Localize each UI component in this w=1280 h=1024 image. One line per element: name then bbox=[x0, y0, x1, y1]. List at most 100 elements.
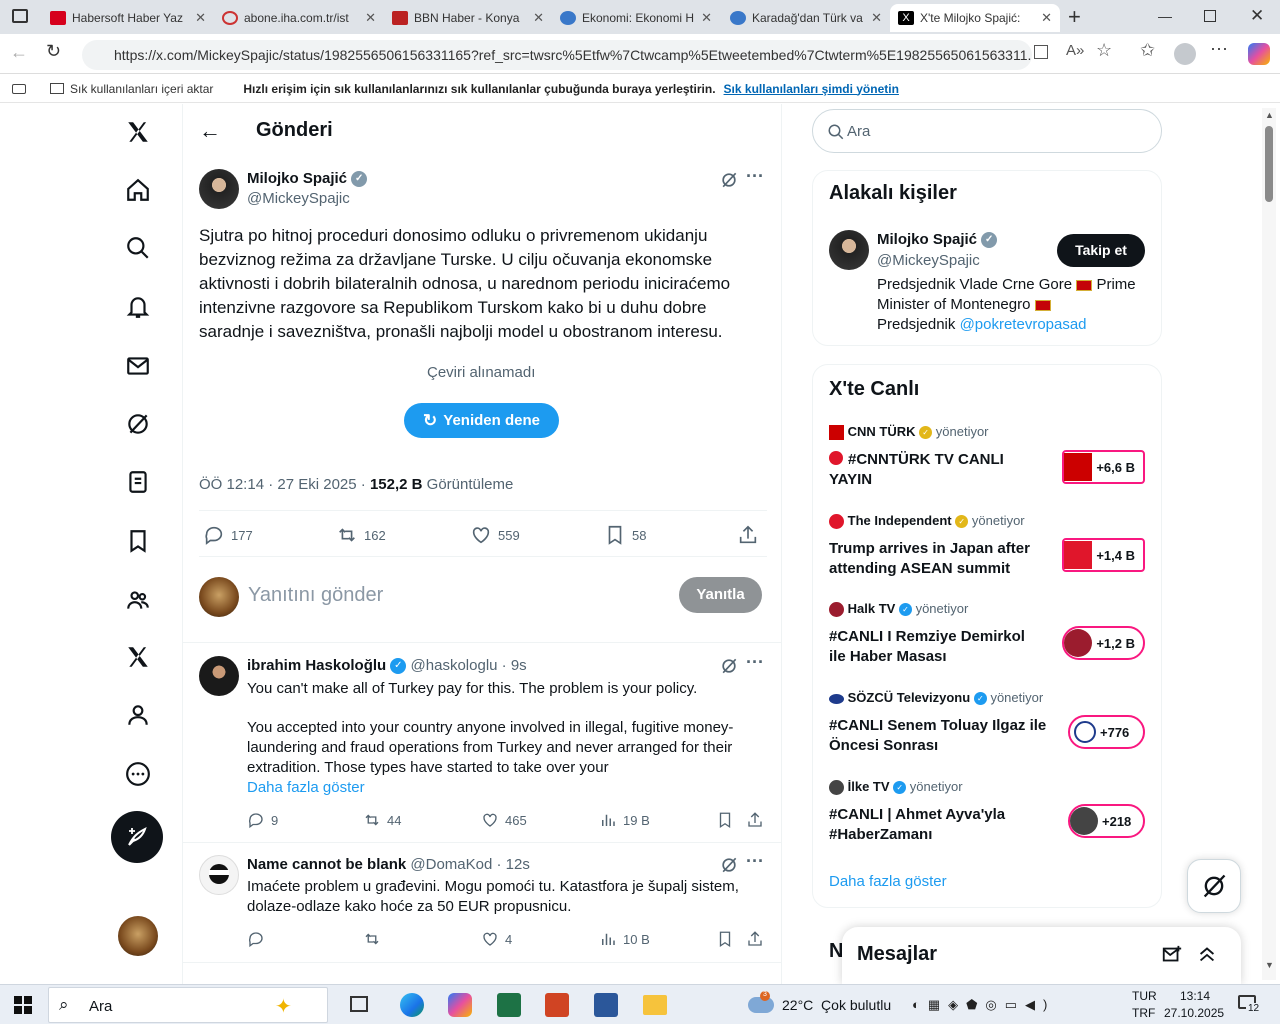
edge-icon[interactable] bbox=[400, 993, 424, 1017]
menu-icon[interactable]: ··· bbox=[1210, 38, 1228, 59]
repost-button[interactable]: 44 bbox=[363, 811, 401, 829]
close-icon[interactable]: ✕ bbox=[871, 10, 882, 26]
close-icon[interactable]: ✕ bbox=[365, 10, 376, 26]
reply-author-name[interactable]: ibrahim Haskoloğlu bbox=[247, 657, 386, 674]
maximize-button[interactable] bbox=[1204, 10, 1216, 22]
tray-icons[interactable]: ◐▦◈⬟◎▭◀) bbox=[912, 997, 1055, 1013]
live-item-halktv[interactable]: Halk TV ✓ yönetiyor #CANLI I Remziye Dem… bbox=[829, 601, 1149, 671]
reply-button[interactable]: 9 bbox=[247, 811, 278, 829]
reply-button[interactable]: 177 bbox=[203, 524, 253, 546]
more-options-icon[interactable]: ··· bbox=[746, 166, 764, 187]
account-avatar[interactable] bbox=[118, 916, 158, 956]
related-name[interactable]: Milojko Spajić bbox=[877, 231, 977, 248]
x-logo-icon[interactable] bbox=[118, 112, 158, 152]
share-button[interactable] bbox=[746, 930, 764, 948]
file-explorer-icon[interactable] bbox=[643, 995, 667, 1015]
like-button[interactable]: 465 bbox=[481, 811, 527, 829]
expand-up-icon[interactable] bbox=[1196, 943, 1218, 965]
copilot-app-icon[interactable] bbox=[448, 993, 472, 1017]
tab-habersoft[interactable]: Habersoft Haber Yaz ✕ bbox=[42, 4, 214, 32]
url-input[interactable]: https://x.com/MickeySpajic/status/198255… bbox=[82, 40, 1032, 70]
grok-floating-button[interactable] bbox=[1187, 859, 1241, 913]
new-message-icon[interactable] bbox=[1161, 944, 1183, 966]
favbar-toggle-icon[interactable] bbox=[12, 83, 26, 94]
tab-x-active[interactable]: X X'te Milojko Spajić: ✕ bbox=[890, 4, 1060, 32]
live-item-independent[interactable]: The Independent ✓ yönetiyor Trump arrive… bbox=[829, 513, 1149, 583]
communities-icon[interactable] bbox=[118, 580, 158, 620]
profile-avatar[interactable] bbox=[1174, 43, 1196, 65]
show-more-link[interactable]: Daha fazla göster bbox=[247, 779, 365, 796]
scrollbar[interactable]: ▲ ▼ bbox=[1262, 108, 1276, 980]
author-name[interactable]: Milojko Spajić bbox=[247, 170, 347, 187]
clock-time[interactable]: 13:14 bbox=[1180, 989, 1210, 1003]
bookmark-button[interactable] bbox=[716, 811, 734, 829]
new-tab-button[interactable]: + bbox=[1068, 4, 1081, 30]
share-button[interactable] bbox=[737, 524, 759, 546]
notifications-icon[interactable] bbox=[118, 287, 158, 327]
reply-handle[interactable]: @haskologlu bbox=[411, 657, 498, 674]
retry-button[interactable]: ↻ Yeniden dene bbox=[404, 403, 559, 438]
show-more-link[interactable]: Daha fazla göster bbox=[829, 873, 947, 890]
minimize-button[interactable]: — bbox=[1158, 8, 1172, 24]
like-button[interactable]: 559 bbox=[470, 524, 520, 546]
split-screen-icon[interactable] bbox=[1034, 45, 1048, 59]
tab-bbn[interactable]: BBN Haber - Konya ✕ bbox=[384, 4, 552, 32]
related-avatar[interactable] bbox=[829, 230, 869, 270]
reply-time[interactable]: · 12s bbox=[497, 856, 530, 873]
keyboard-layout[interactable]: TRF bbox=[1132, 1006, 1155, 1020]
scroll-down-arrow[interactable]: ▼ bbox=[1265, 960, 1274, 970]
reply-input[interactable]: Yanıtını gönder bbox=[248, 584, 648, 607]
messages-icon[interactable] bbox=[118, 346, 158, 386]
close-icon[interactable]: ✕ bbox=[533, 10, 544, 26]
live-item-ilketv[interactable]: İlke TV ✓ yönetiyor #CANLI | Ahmet Ayva'… bbox=[829, 779, 1149, 849]
scroll-up-arrow[interactable]: ▲ bbox=[1265, 110, 1274, 120]
messages-drawer[interactable]: Mesajlar bbox=[842, 927, 1241, 984]
powerpoint-icon[interactable] bbox=[545, 993, 569, 1017]
live-item-cnnturk[interactable]: CNN TÜRK ✓ yönetiyor #CNNTÜRK TV CANLI Y… bbox=[829, 424, 1149, 494]
bookmark-button[interactable]: 58 bbox=[604, 524, 646, 546]
close-icon[interactable]: ✕ bbox=[1041, 10, 1052, 26]
input-language[interactable]: TUR bbox=[1132, 989, 1157, 1003]
bio-mention-link[interactable]: @pokretevropasad bbox=[960, 316, 1087, 333]
close-icon[interactable]: ✕ bbox=[195, 10, 206, 26]
more-icon[interactable] bbox=[118, 754, 158, 794]
bookmark-button[interactable] bbox=[716, 930, 734, 948]
reply-time[interactable]: · 9s bbox=[502, 657, 527, 674]
related-handle[interactable]: @MickeySpajic bbox=[877, 252, 980, 269]
back-icon[interactable]: ← bbox=[10, 42, 28, 63]
reply-button[interactable] bbox=[247, 930, 265, 948]
grok-icon[interactable] bbox=[719, 656, 739, 681]
reply-button[interactable]: Yanıtla bbox=[679, 577, 762, 613]
more-options-icon[interactable]: ··· bbox=[746, 851, 764, 872]
author-handle[interactable]: @MickeySpajic bbox=[247, 190, 350, 207]
views-button[interactable]: 19 B bbox=[599, 811, 650, 829]
like-button[interactable]: 4 bbox=[481, 930, 512, 948]
bookmarks-icon[interactable] bbox=[118, 521, 158, 561]
reply-handle[interactable]: @DomaKod bbox=[410, 856, 492, 873]
search-input[interactable]: Ara bbox=[847, 123, 870, 140]
clock-date[interactable]: 27.10.2025 bbox=[1164, 1006, 1224, 1020]
close-window-button[interactable]: ✕ bbox=[1250, 6, 1264, 26]
grok-icon[interactable] bbox=[719, 170, 739, 190]
author-avatar[interactable] bbox=[199, 169, 239, 209]
manage-favorites-link[interactable]: Sık kullanılanları şimdi yönetin bbox=[724, 82, 899, 96]
reply-avatar[interactable] bbox=[199, 855, 239, 895]
repost-button[interactable]: 162 bbox=[336, 524, 386, 546]
repost-button[interactable] bbox=[363, 930, 381, 948]
reply-author-name[interactable]: Name cannot be blank bbox=[247, 856, 406, 873]
grok-icon[interactable] bbox=[118, 404, 158, 444]
tab-ekonomi[interactable]: Ekonomi: Ekonomi H ✕ bbox=[552, 4, 720, 32]
task-view-icon[interactable] bbox=[350, 996, 368, 1012]
profile-icon[interactable] bbox=[118, 695, 158, 735]
favorites-icon[interactable]: ✩ bbox=[1140, 40, 1155, 61]
follow-button[interactable]: Takip et bbox=[1057, 234, 1145, 267]
back-arrow-icon[interactable]: ← bbox=[199, 118, 221, 144]
lists-icon[interactable] bbox=[118, 462, 158, 502]
views-button[interactable]: 10 B bbox=[599, 930, 650, 948]
post-timestamp[interactable]: ÖÖ 12:14 · 27 Eki 2025 · bbox=[199, 476, 370, 493]
windows-start-icon[interactable] bbox=[14, 996, 32, 1014]
reply-avatar[interactable] bbox=[199, 656, 239, 696]
favorite-star-icon[interactable]: ☆ bbox=[1096, 40, 1112, 61]
search-box[interactable]: Ara bbox=[812, 109, 1162, 153]
weather-text[interactable]: 22°C Çok bulutlu bbox=[782, 997, 891, 1013]
